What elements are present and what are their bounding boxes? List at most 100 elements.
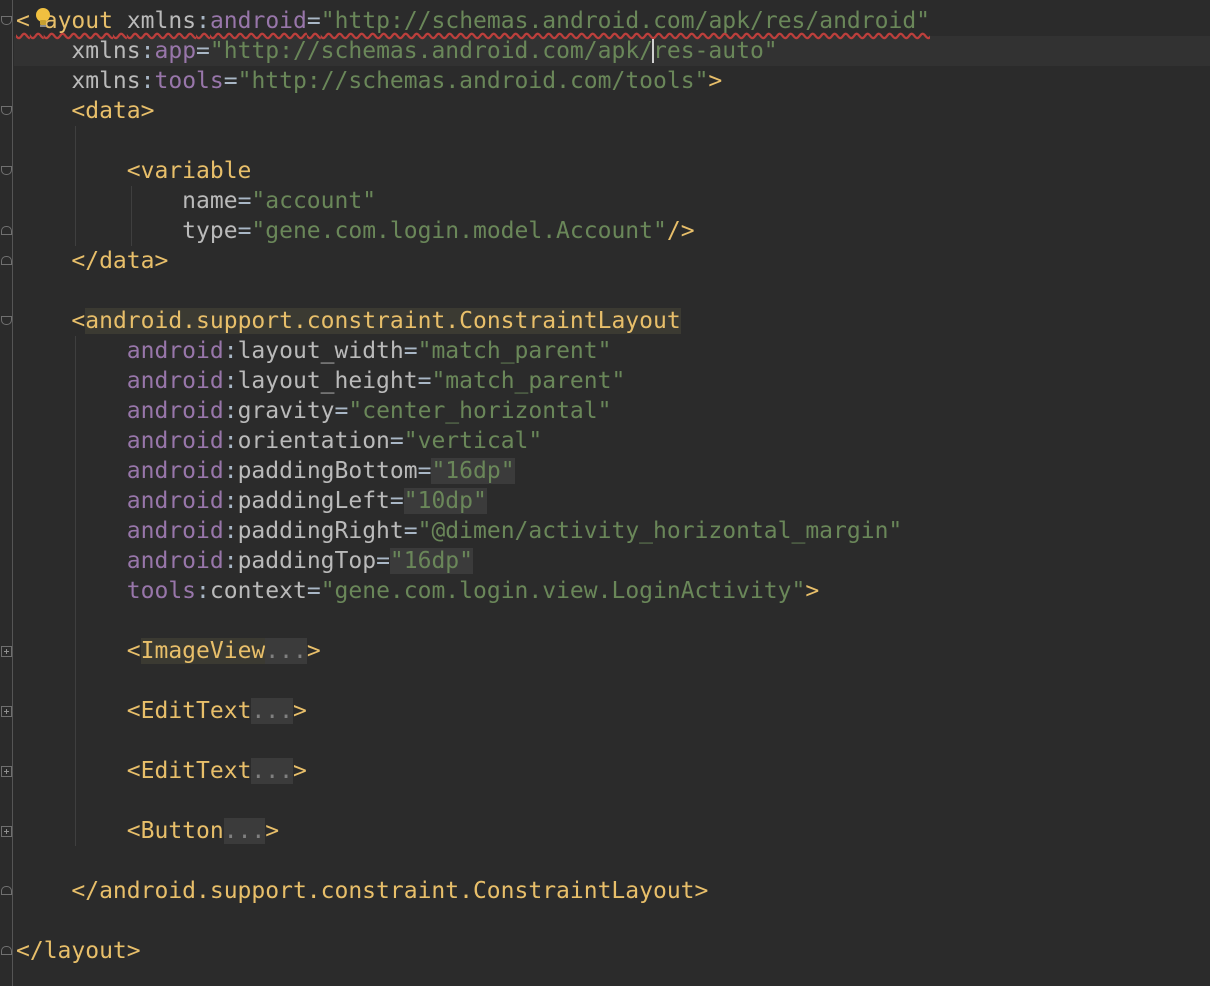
lightbulb-icon[interactable] (32, 6, 54, 28)
fold-toggle-icon[interactable] (1, 886, 12, 895)
fold-toggle-icon[interactable] (1, 316, 12, 325)
code-line-1[interactable]: <layout xmlns:android="http://schemas.an… (16, 6, 930, 36)
code-line-2[interactable]: xmlns:app="http://schemas.android.com/ap… (16, 36, 778, 66)
attribute-name: xmlns (71, 38, 141, 64)
attribute-value: res-auto" (653, 38, 778, 64)
attribute-value: "gene.com.login.view.LoginActivity" (320, 578, 806, 604)
equals: = (403, 338, 418, 364)
attribute-name: type (182, 218, 238, 244)
code-line-13[interactable]: android:layout_height="match_parent" (16, 366, 626, 396)
code-editor[interactable]: <layout xmlns:android="http://schemas.an… (0, 0, 1210, 986)
attribute-value: "10dp" (403, 488, 487, 514)
code-line-20[interactable]: tools:context="gene.com.login.view.Login… (16, 576, 819, 606)
tag-bracket: > (306, 638, 321, 664)
code-line-19[interactable]: android:paddingTop="16dp" (16, 546, 474, 576)
expand-fold-icon[interactable] (1, 826, 12, 837)
folded-region[interactable]: ... (251, 698, 293, 724)
code-line-7[interactable]: name="account" (16, 186, 376, 216)
namespace: android (126, 548, 224, 574)
code-line-6[interactable]: <variable (16, 156, 252, 186)
tag-name: EditText (140, 698, 252, 724)
code-line-15[interactable]: android:orientation="vertical" (16, 426, 542, 456)
code-line-32[interactable]: </layout> (16, 936, 141, 966)
tag-bracket: < (71, 308, 86, 334)
code-line-8[interactable]: type="gene.com.login.model.Account"/> (16, 216, 694, 246)
namespace: app (154, 38, 197, 64)
namespace: android (126, 458, 224, 484)
tag-bracket: > (708, 68, 723, 94)
code-line-16[interactable]: android:paddingBottom="16dp" (16, 456, 515, 486)
attribute-name: orientation (237, 428, 390, 454)
namespace: android (126, 338, 224, 364)
code-line-12[interactable]: android:layout_width="match_parent" (16, 336, 612, 366)
tag-name: ImageView (140, 638, 266, 664)
fold-toggle-icon[interactable] (1, 106, 12, 115)
code-line-14[interactable]: android:gravity="center_horizontal" (16, 396, 612, 426)
code-line-11[interactable]: <android.support.constraint.ConstraintLa… (16, 306, 681, 336)
attribute-value: "gene.com.login.model.Account" (251, 218, 667, 244)
colon: : (196, 578, 210, 604)
expand-fold-icon[interactable] (1, 766, 12, 777)
attribute-value: "vertical" (403, 428, 543, 454)
code-line-22[interactable]: <ImageView...> (16, 636, 321, 666)
tag-name: Button (140, 818, 224, 844)
equals: = (417, 368, 432, 394)
folded-region[interactable]: ... (251, 758, 293, 784)
code-line-28[interactable]: <Button...> (16, 816, 279, 846)
expand-fold-icon[interactable] (1, 646, 12, 657)
fold-toggle-icon[interactable] (1, 16, 12, 25)
code-line-17[interactable]: android:paddingLeft="10dp" (16, 486, 487, 516)
attribute-name: xmlns (126, 8, 197, 34)
code-line-30[interactable]: </android.support.constraint.ConstraintL… (16, 876, 708, 906)
attribute-name: layout_height (237, 368, 418, 394)
namespace: android (126, 368, 224, 394)
namespace: android (126, 428, 224, 454)
tag-name: </data> (71, 248, 169, 274)
code-line-9[interactable]: </data> (16, 246, 168, 276)
code-line-24[interactable]: <EditText...> (16, 696, 307, 726)
folded-region[interactable]: ... (265, 638, 307, 664)
equals: = (403, 518, 418, 544)
tag-bracket: > (265, 818, 280, 844)
tag-name: android.support.constraint.ConstraintLay… (85, 308, 681, 334)
fold-toggle-icon[interactable] (1, 226, 12, 235)
tag-bracket: > (805, 578, 820, 604)
expand-fold-icon[interactable] (1, 706, 12, 717)
namespace: android (209, 8, 307, 34)
attribute-name: context (209, 578, 307, 604)
code-line-4[interactable]: <data> (16, 96, 154, 126)
tag-bracket: < (126, 638, 141, 664)
attribute-name: xmlns (71, 68, 141, 94)
equals: = (306, 578, 321, 604)
equals: = (376, 548, 390, 574)
code-line-26[interactable]: <EditText...> (16, 756, 307, 786)
namespace: tools (126, 578, 197, 604)
code-line-3[interactable]: xmlns:tools="http://schemas.android.com/… (16, 66, 722, 96)
namespace: android (126, 488, 224, 514)
fold-toggle-icon[interactable] (1, 946, 12, 955)
gutter-divider (12, 0, 13, 986)
namespace: android (126, 518, 224, 544)
attribute-name: name (182, 188, 238, 214)
namespace: tools (154, 68, 224, 94)
folded-region[interactable]: ... (223, 818, 266, 844)
attribute-value: "http://schemas.android.com/apk/res/andr… (320, 8, 931, 34)
attribute-value: "center_horizontal" (348, 398, 612, 424)
colon: : (196, 8, 210, 34)
attribute-name: layout_width (237, 338, 404, 364)
tag-bracket: > (292, 758, 307, 784)
tag-bracket: < (126, 698, 141, 724)
code-line-18[interactable]: android:paddingRight="@dimen/activity_ho… (16, 516, 902, 546)
fold-toggle-icon[interactable] (1, 166, 12, 175)
fold-toggle-icon[interactable] (1, 256, 12, 265)
